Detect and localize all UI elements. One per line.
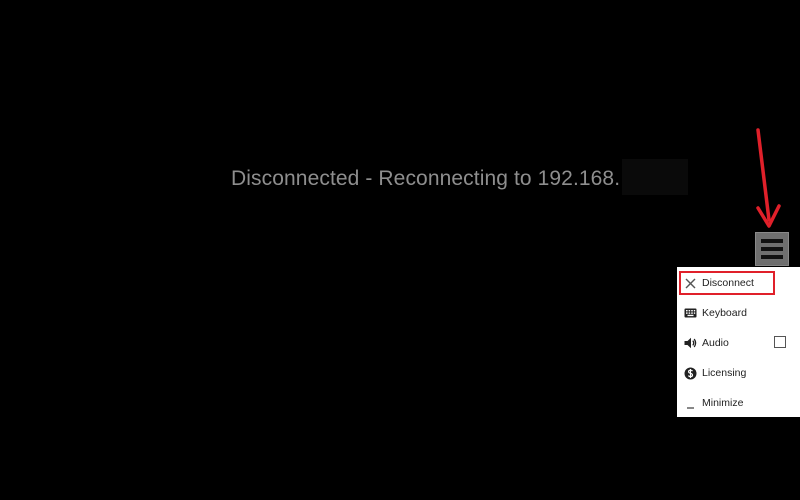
keyboard-icon [683, 306, 697, 320]
menu-item-keyboard[interactable]: Keyboard [677, 298, 800, 328]
menu-item-label: Disconnect [702, 277, 754, 289]
speaker-icon [683, 336, 697, 350]
menu-item-disconnect[interactable]: Disconnect [677, 268, 800, 298]
menu-item-label: Licensing [702, 367, 747, 379]
annotation-arrow-icon [756, 128, 781, 228]
menu-toggle-button[interactable] [755, 232, 789, 266]
menu-item-licensing[interactable]: Licensing [677, 358, 800, 388]
menu-item-label: Audio [702, 337, 729, 349]
hamburger-icon-bar [761, 239, 783, 243]
redacted-ip-block [622, 159, 689, 195]
close-icon [683, 276, 697, 290]
connection-status: Disconnected - Reconnecting to 192.168. [231, 159, 689, 195]
dollar-circle-icon [683, 366, 697, 380]
remote-session-screen: Disconnected - Reconnecting to 192.168. … [0, 0, 800, 500]
hamburger-icon-bar [761, 255, 783, 259]
menu-item-minimize[interactable]: Minimize [677, 388, 800, 418]
hamburger-icon-bar [761, 247, 783, 251]
minimize-icon [683, 396, 697, 410]
menu-item-label: Minimize [702, 397, 744, 409]
menu-item-label: Keyboard [702, 307, 747, 319]
connection-status-text: Disconnected - Reconnecting to 192.168. [231, 167, 621, 190]
audio-checkbox[interactable] [774, 336, 786, 348]
